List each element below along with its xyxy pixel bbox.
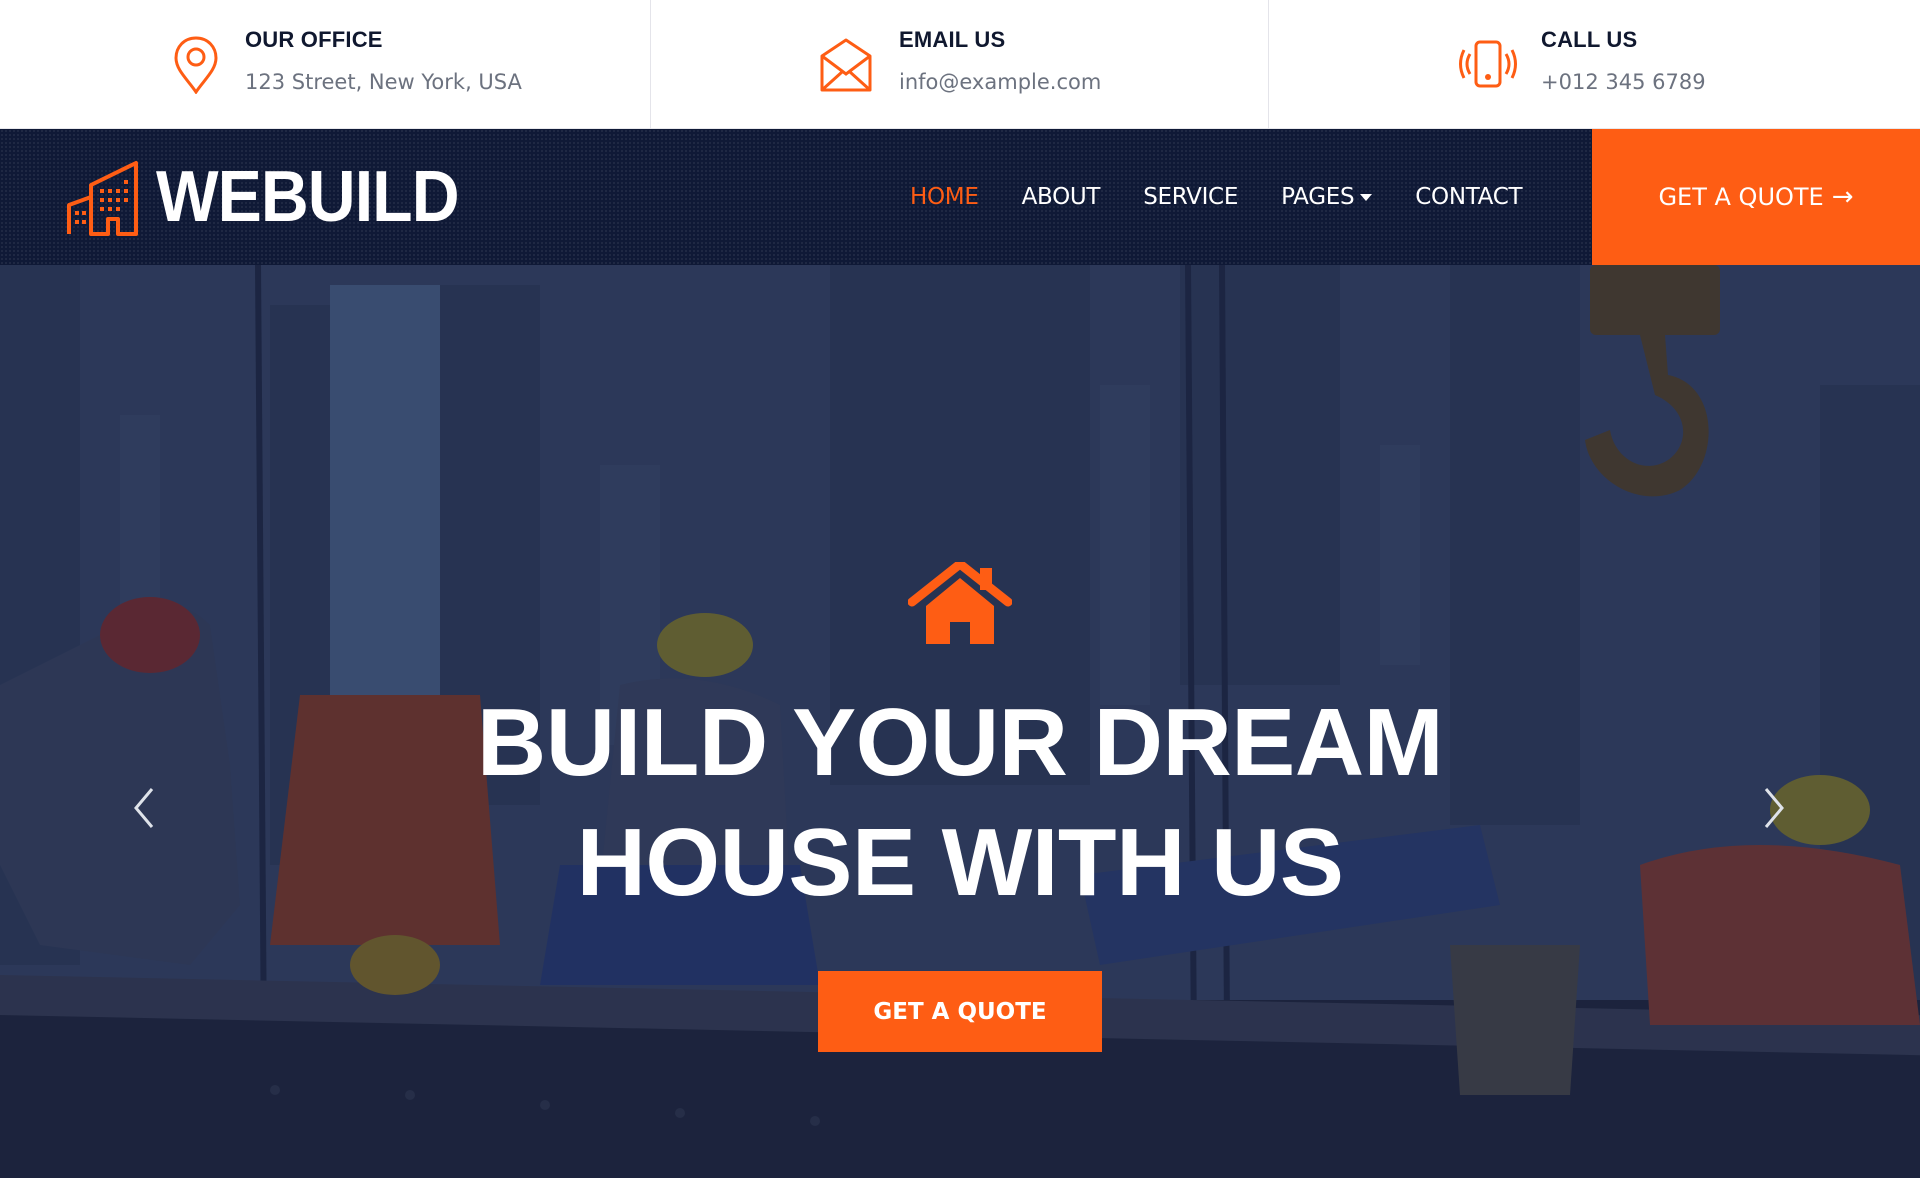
top-info-bar: OUR OFFICE 123 Street, New York, USA EMA… bbox=[0, 0, 1920, 129]
map-pin-icon bbox=[166, 34, 226, 95]
caret-down-icon bbox=[1360, 193, 1373, 201]
brand-name: WEBUILD bbox=[156, 157, 460, 237]
carousel-prev-button[interactable] bbox=[128, 783, 158, 833]
chevron-left-icon bbox=[134, 788, 154, 828]
quote-button-label: GET A QUOTE bbox=[1658, 183, 1824, 211]
main-navbar: WEBUILD HOME ABOUT SERVICE PAGES CONTACT… bbox=[0, 129, 1920, 265]
office-info: OUR OFFICE 123 Street, New York, USA bbox=[0, 0, 651, 129]
hero-content: BUILD YOUR DREAM HOUSE WITH US GET A QUO… bbox=[0, 265, 1920, 1178]
hero-headline-line1: BUILD YOUR DREAM bbox=[476, 689, 1444, 796]
phone-link[interactable]: +012 345 6789 bbox=[1541, 70, 1706, 94]
get-quote-hero-button[interactable]: GET A QUOTE bbox=[818, 971, 1102, 1052]
phone-vibrate-icon bbox=[1458, 34, 1518, 94]
get-quote-nav-button[interactable]: GET A QUOTE → bbox=[1592, 129, 1920, 265]
nav-item-pages-dropdown[interactable]: PAGES bbox=[1281, 184, 1373, 210]
email-info: EMAIL US info@example.com bbox=[651, 0, 1269, 129]
nav-item-service[interactable]: SERVICE bbox=[1143, 184, 1238, 210]
office-address: 123 Street, New York, USA bbox=[245, 70, 522, 94]
nav-item-contact[interactable]: CONTACT bbox=[1415, 184, 1522, 210]
nav-label: ABOUT bbox=[1021, 184, 1101, 210]
nav-label: SERVICE bbox=[1143, 184, 1239, 210]
nav-label: PAGES bbox=[1281, 184, 1355, 210]
hero-headline-line2: HOUSE WITH US bbox=[576, 809, 1344, 916]
nav-item-about[interactable]: ABOUT bbox=[1022, 184, 1101, 210]
phone-info: CALL US +012 345 6789 bbox=[1269, 0, 1920, 129]
carousel-next-button[interactable] bbox=[1760, 783, 1790, 833]
email-link[interactable]: info@example.com bbox=[899, 70, 1101, 94]
brand-logo[interactable]: WEBUILD bbox=[66, 157, 485, 237]
nav-menu: HOME ABOUT SERVICE PAGES CONTACT bbox=[910, 129, 1565, 265]
nav-label: CONTACT bbox=[1415, 184, 1523, 210]
phone-title: CALL US bbox=[1541, 27, 1638, 52]
house-icon bbox=[907, 559, 1013, 644]
nav-item-home[interactable]: HOME bbox=[910, 184, 979, 210]
chevron-right-icon bbox=[1764, 788, 1784, 828]
email-title: EMAIL US bbox=[899, 27, 1006, 52]
arrow-right-icon: → bbox=[1831, 182, 1854, 212]
building-icon bbox=[66, 157, 142, 237]
hero-carousel: BUILD YOUR DREAM HOUSE WITH US GET A QUO… bbox=[0, 265, 1920, 1178]
envelope-open-icon bbox=[816, 34, 876, 94]
nav-label: HOME bbox=[910, 184, 979, 210]
office-title: OUR OFFICE bbox=[245, 27, 383, 52]
